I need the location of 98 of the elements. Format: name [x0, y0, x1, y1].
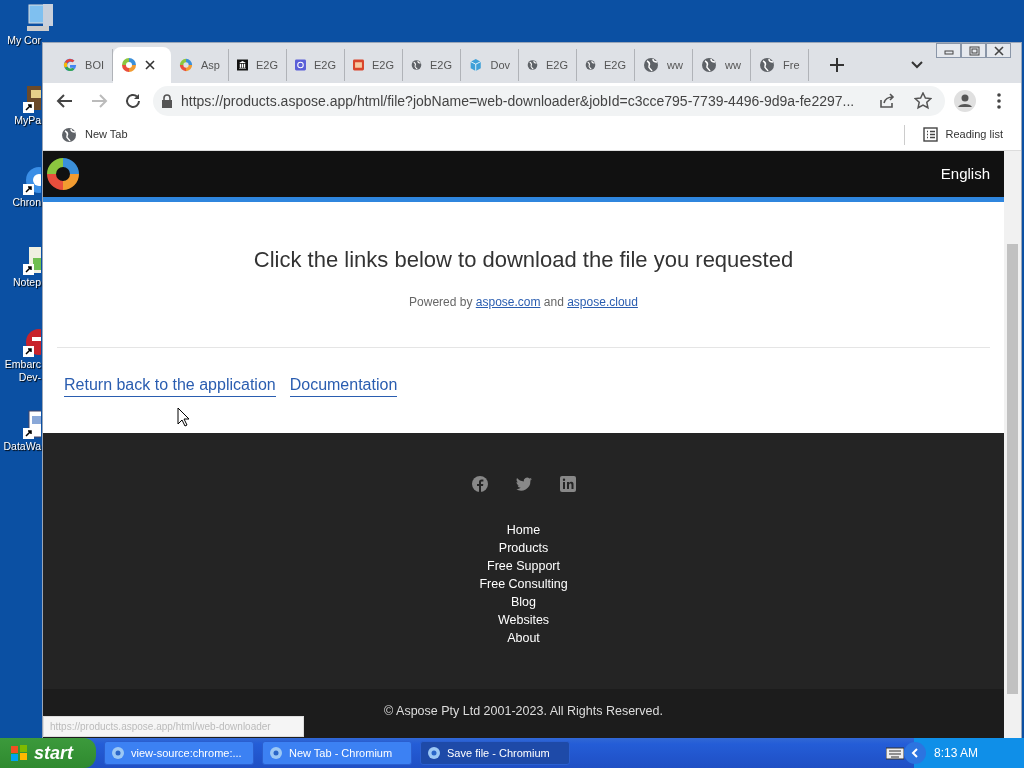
- tab-title: ww: [725, 57, 741, 73]
- footer-link[interactable]: Websites: [497, 611, 550, 629]
- desktop-icon-label[interactable]: My Cor: [7, 34, 41, 47]
- globe-icon: [759, 57, 775, 73]
- chevron-down-icon: [911, 61, 923, 69]
- globe-icon: [411, 57, 422, 73]
- browser-tab[interactable]: ww: [635, 49, 693, 81]
- close-icon[interactable]: [145, 60, 155, 70]
- tab-title: ww: [667, 57, 683, 73]
- list-icon: [922, 127, 938, 142]
- browser-icon: [269, 746, 283, 760]
- aspose-link[interactable]: aspose.com: [475, 295, 541, 309]
- globe-icon: [585, 57, 596, 73]
- tab-title: E2G: [430, 57, 452, 73]
- person-icon: [954, 90, 976, 112]
- lock-icon: [161, 94, 173, 108]
- taskbar-button[interactable]: New Tab - Chromium: [262, 741, 412, 765]
- browser-tab[interactable]: Dov: [461, 49, 519, 81]
- footer-link[interactable]: Home: [506, 521, 541, 539]
- browser-tab[interactable]: ww: [693, 49, 751, 81]
- tab-title: BOI: [85, 57, 104, 73]
- share-icon: [878, 92, 896, 110]
- globe-icon: [643, 57, 659, 73]
- browser-tab[interactable]: E2G: [403, 49, 461, 81]
- back-arrow-icon: [56, 92, 74, 110]
- globe-icon: [701, 57, 717, 73]
- powered-by-text: Powered by aspose.com and aspose.cloud: [408, 294, 639, 311]
- swirl-icon: [179, 57, 194, 73]
- footer-link[interactable]: Free Consulting: [479, 575, 568, 593]
- keyboard-icon[interactable]: [886, 746, 904, 760]
- star-icon: [914, 92, 932, 110]
- app-icon: [295, 57, 306, 73]
- language-link[interactable]: English: [940, 162, 990, 186]
- swirl-icon: [121, 57, 137, 73]
- tab-title: Fre: [783, 57, 800, 73]
- browser-tab[interactable]: E2G: [519, 49, 577, 81]
- swirl-logo-icon[interactable]: [45, 156, 81, 192]
- browser-icon: [111, 746, 125, 760]
- browser-tab[interactable]: E2G: [287, 49, 345, 81]
- page-link[interactable]: Return back to the application: [64, 374, 276, 397]
- browser-tab[interactable]: E2G: [229, 49, 287, 81]
- desktop-icon-label[interactable]: MyPa: [14, 114, 41, 127]
- chevron-left-icon: [910, 748, 920, 758]
- browser-tab[interactable]: [113, 47, 171, 83]
- status-url: https://products.aspose.app/html/web-downloader: [43, 716, 304, 737]
- scrollbar[interactable]: [1004, 151, 1021, 741]
- tab-title: E2G: [256, 57, 278, 73]
- tab-title: E2G: [372, 57, 394, 73]
- box-icon: [469, 57, 483, 73]
- facebook-icon[interactable]: [470, 475, 489, 493]
- tab-title: E2G: [314, 57, 336, 73]
- scrollbar-thumb[interactable]: [1007, 244, 1018, 694]
- desktop-icon-label[interactable]: Chron: [12, 196, 41, 209]
- address-bar[interactable]: https://products.aspose.app/html/file?jobName=web-downloader&jobId=c3cce795-7739-4496-9d9a-fe2297...: [153, 86, 945, 116]
- footer-link[interactable]: Free Support: [487, 557, 560, 575]
- copyright-text: © Aspose Pty Ltd 2001-2023. All Rights Reserved.: [383, 703, 664, 720]
- reading-list-button[interactable]: Reading list: [916, 125, 1009, 144]
- building-icon: [237, 57, 248, 73]
- show-hidden-icons-button[interactable]: [904, 742, 926, 764]
- globe-icon: [527, 57, 538, 73]
- tab-title: E2G: [546, 57, 568, 73]
- desktop-icon-label[interactable]: Notep: [12, 276, 41, 289]
- menu-icon: [997, 93, 1001, 109]
- clock: 8:13 AM: [934, 745, 979, 762]
- desktop-icon-label[interactable]: DataWa: [3, 440, 41, 453]
- globe-icon: [61, 126, 77, 143]
- footer-link[interactable]: About: [507, 629, 540, 647]
- maximize-icon: [967, 45, 980, 56]
- close-button[interactable]: [986, 43, 1011, 58]
- forward-arrow-icon: [90, 92, 108, 110]
- close-icon: [992, 45, 1005, 56]
- start-button[interactable]: start: [0, 738, 96, 768]
- aspose-cloud-link[interactable]: aspose.cloud: [567, 295, 638, 309]
- tab-title: Dov: [490, 57, 510, 73]
- desktop-icon-label[interactable]: Embarc Dev-: [4, 358, 41, 384]
- footer-link[interactable]: Blog: [511, 593, 536, 611]
- browser-tab[interactable]: E2G: [577, 49, 635, 81]
- mouse-cursor-icon: [177, 407, 191, 427]
- subtitle: Click the links below to download the file you requested: [252, 246, 795, 274]
- tab-title: Asp: [201, 57, 220, 73]
- footer-link[interactable]: Products: [498, 539, 549, 557]
- windows-logo-icon: [10, 744, 28, 762]
- browser-tab[interactable]: E2G: [345, 49, 403, 81]
- page-link[interactable]: Documentation: [289, 374, 398, 397]
- reload-icon: [124, 92, 142, 110]
- app-icon: [353, 57, 364, 73]
- profile-button[interactable]: [951, 87, 979, 115]
- taskbar-button[interactable]: view-source:chrome:...: [104, 741, 254, 765]
- browser-tab[interactable]: Fre: [751, 49, 809, 81]
- taskbar-button[interactable]: Save file - Chromium: [420, 741, 570, 765]
- linkedin-icon[interactable]: [558, 475, 577, 493]
- browser-icon: [427, 746, 441, 760]
- bookmark[interactable]: New Tab: [55, 125, 134, 144]
- tab-title: E2G: [604, 57, 626, 73]
- twitter-bird-icon[interactable]: [514, 475, 533, 493]
- google-icon: [63, 57, 78, 73]
- plus-icon: [830, 58, 844, 72]
- browser-tab[interactable]: Asp: [171, 49, 229, 81]
